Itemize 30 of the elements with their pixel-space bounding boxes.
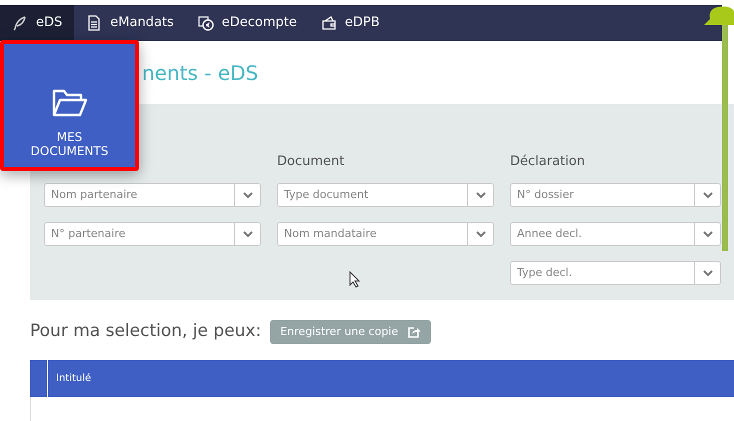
- coin-icon: [198, 15, 214, 31]
- select-field[interactable]: Type decl.: [510, 261, 721, 285]
- chevron-icon: [702, 270, 712, 276]
- cursor-icon: [349, 271, 361, 288]
- column-header[interactable]: Intitulé: [48, 360, 92, 397]
- nav-tab[interactable]: eDPB: [308, 5, 392, 41]
- select-field[interactable]: Type document: [277, 183, 494, 207]
- select-field[interactable]: N° partenaire: [44, 222, 261, 246]
- chevron-icon: [476, 230, 486, 238]
- filter-label: Déclaration: [510, 153, 586, 168]
- nav-tab[interactable]: eDS: [0, 5, 74, 41]
- chevron-icon: [476, 192, 486, 198]
- wallet-icon: [320, 15, 337, 31]
- select-field[interactable]: Nom mandataire: [277, 222, 494, 246]
- feather-icon: [12, 15, 28, 31]
- select-field[interactable]: N° dossier: [510, 183, 721, 207]
- nav-tab[interactable]: eDecompte: [186, 5, 309, 41]
- chevron-icon: [702, 192, 712, 198]
- page-heading: nents - eDS: [142, 60, 258, 84]
- chevron-icon: [242, 230, 252, 238]
- documents-tile[interactable]: MES DOCUMENTS: [0, 40, 139, 171]
- select-field[interactable]: Annee decl.: [510, 222, 721, 246]
- share-icon: [408, 326, 422, 338]
- filter-label: Document: [277, 153, 346, 168]
- chevron-icon: [702, 230, 712, 238]
- selection-label: Pour ma selection, je peux:: [30, 320, 262, 344]
- select-field[interactable]: Nom partenaire: [44, 183, 261, 207]
- nav-tab[interactable]: eMandats: [74, 5, 186, 41]
- document-icon: [86, 15, 102, 31]
- chevron-icon: [242, 192, 252, 198]
